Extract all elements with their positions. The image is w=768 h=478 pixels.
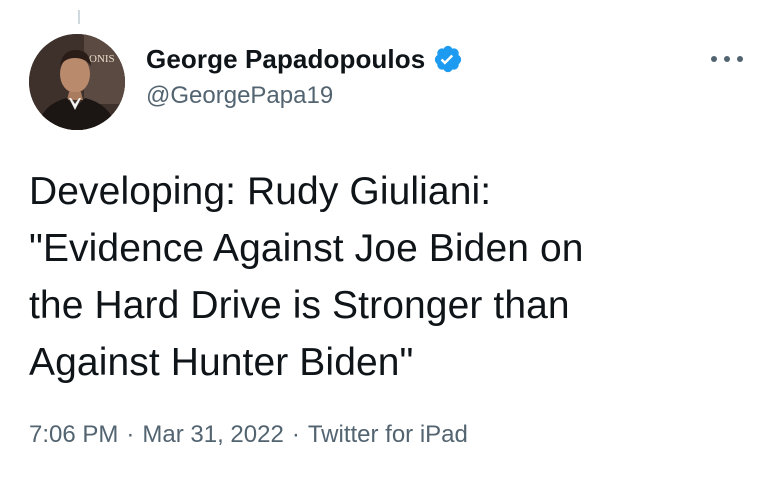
tweet-date: Mar 31, 2022 (142, 421, 284, 448)
tweet-author: George Papadopoulos @GeorgePapa19 (146, 40, 463, 110)
tweet-text: Developing: Rudy Giuliani: "Evidence Aga… (29, 163, 749, 391)
more-options-button[interactable] (705, 46, 749, 72)
svg-text:ONIS: ONIS (89, 53, 115, 65)
tweet-text-line: Against Hunter Biden" (29, 341, 414, 384)
thread-connector-line (78, 10, 80, 24)
tweet-time: 7:06 PM (29, 421, 119, 448)
tweet-text-line: the Hard Drive is Stronger than (29, 284, 570, 327)
separator-dot: · (126, 421, 135, 448)
author-handle[interactable]: @GeorgePapa19 (146, 82, 463, 110)
avatar[interactable]: ONIS (29, 34, 125, 130)
tweet-metadata: 7:06 PM · Mar 31, 2022 · Twitter for iPad (29, 421, 468, 449)
tweet-source-link[interactable]: Twitter for iPad (308, 421, 468, 448)
tweet-timestamp-link[interactable]: 7:06 PM · Mar 31, 2022 (29, 421, 284, 448)
author-display-name[interactable]: George Papadopoulos (146, 44, 425, 75)
separator-dot: · (291, 421, 300, 448)
tweet-text-line: Developing: Rudy Giuliani: (29, 170, 492, 213)
more-options-icon (711, 56, 743, 62)
tweet-text-line: "Evidence Against Joe Biden on (29, 227, 584, 270)
verified-badge-icon (433, 44, 463, 74)
